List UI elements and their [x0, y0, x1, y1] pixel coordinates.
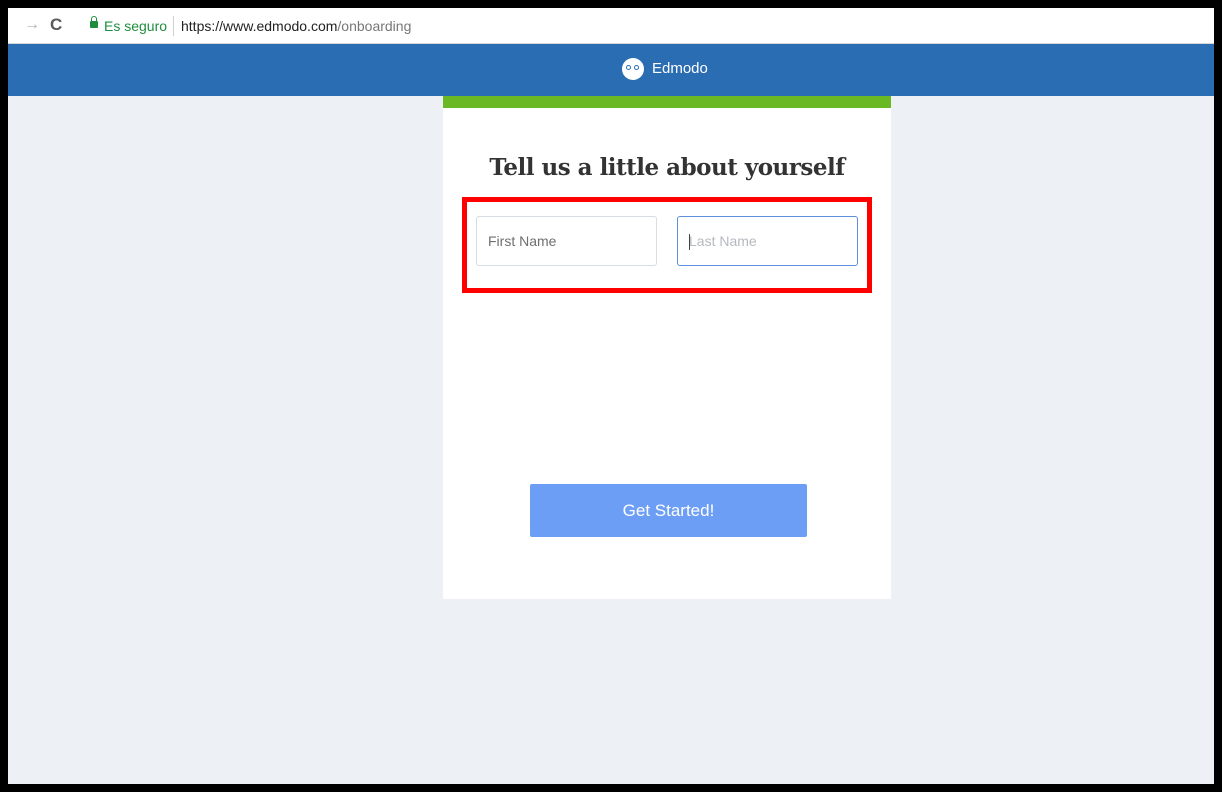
address-bar: → C Es seguro https://www.edmodo.com/onb…: [8, 8, 1214, 44]
text-cursor: [689, 234, 690, 250]
brand-name: Edmodo: [652, 60, 708, 77]
browser-window: → C Es seguro https://www.edmodo.com/onb…: [8, 8, 1214, 784]
secure-label: Es seguro: [104, 18, 168, 34]
forward-arrow-icon[interactable]: →: [24, 15, 40, 35]
brand[interactable]: Edmodo: [622, 58, 708, 80]
last-name-input[interactable]: [677, 216, 858, 266]
edmodo-logo-icon: [622, 58, 644, 80]
first-name-input[interactable]: [476, 216, 657, 266]
url-text[interactable]: https://www.edmodo.com/onboarding: [181, 17, 411, 35]
get-started-button[interactable]: Get Started!: [530, 484, 807, 537]
url-base: https://www.edmodo.com: [181, 18, 338, 34]
site-header: Edmodo: [8, 44, 1214, 96]
page-title: Tell us a little about yourself: [489, 154, 845, 181]
lock-icon: [90, 16, 98, 28]
url-path: /onboarding: [337, 18, 412, 34]
card-accent-bar: [443, 96, 891, 108]
url-separator: [173, 16, 174, 36]
reload-icon[interactable]: C: [50, 15, 62, 35]
